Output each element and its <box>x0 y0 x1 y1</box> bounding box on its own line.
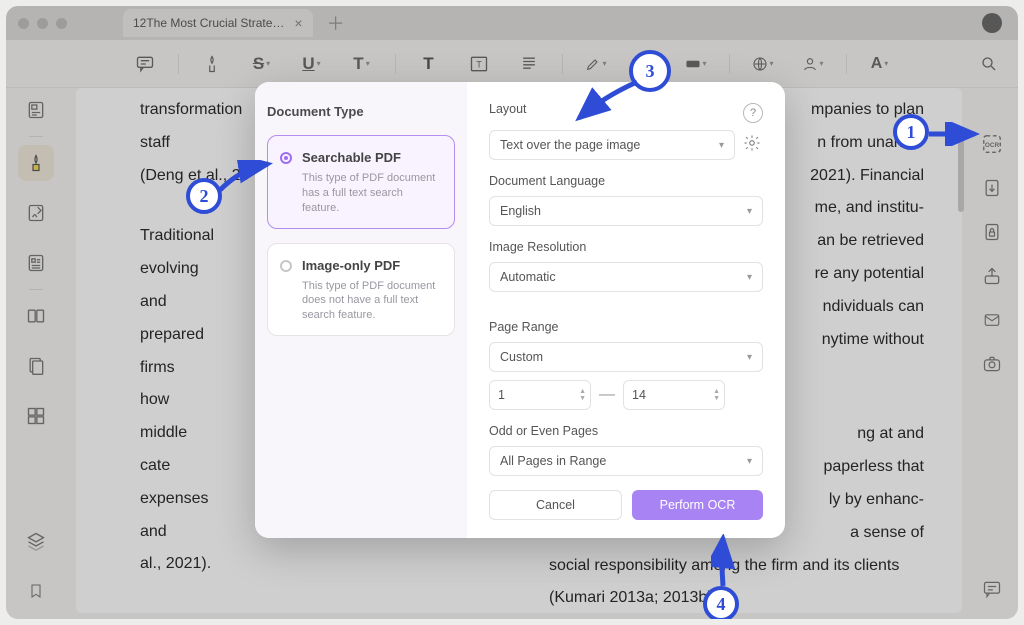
dialog-left-pane: Document Type Searchable PDF This type o… <box>255 82 467 538</box>
doc-type-label: Document Type <box>267 104 455 119</box>
resolution-label: Image Resolution <box>489 240 763 254</box>
page-range-label: Page Range <box>489 320 763 334</box>
help-icon[interactable]: ? <box>743 103 763 123</box>
odd-even-label: Odd or Even Pages <box>489 424 763 438</box>
gear-icon[interactable] <box>743 134 763 157</box>
odd-even-select[interactable]: All Pages in Range <box>489 446 763 476</box>
option-title: Searchable PDF <box>302 150 442 165</box>
app-window: 12The Most Crucial Strate… × ＋ S U T T T… <box>6 6 1018 619</box>
option-searchable-pdf[interactable]: Searchable PDF This type of PDF document… <box>267 135 455 229</box>
language-select[interactable]: English <box>489 196 763 226</box>
radio-icon <box>280 260 292 272</box>
ocr-dialog: Document Type Searchable PDF This type o… <box>255 82 785 538</box>
cancel-button[interactable]: Cancel <box>489 490 622 520</box>
option-desc: This type of PDF document does not have … <box>302 279 442 324</box>
option-image-only-pdf[interactable]: Image-only PDF This type of PDF document… <box>267 243 455 337</box>
language-label: Document Language <box>489 174 763 188</box>
layout-select[interactable]: Text over the page image <box>489 130 735 160</box>
page-to-input[interactable]: 14▲▼ <box>623 380 725 410</box>
radio-icon <box>280 152 292 164</box>
perform-ocr-button[interactable]: Perform OCR <box>632 490 763 520</box>
page-from-input[interactable]: 1▲▼ <box>489 380 591 410</box>
dialog-right-pane: Layout ? Text over the page image Docume… <box>467 82 785 538</box>
page-range-select[interactable]: Custom <box>489 342 763 372</box>
range-dash: — <box>599 386 615 404</box>
option-desc: This type of PDF document has a full tex… <box>302 171 442 216</box>
layout-label: Layout <box>489 102 527 116</box>
resolution-select[interactable]: Automatic <box>489 262 763 292</box>
option-title: Image-only PDF <box>302 258 442 273</box>
